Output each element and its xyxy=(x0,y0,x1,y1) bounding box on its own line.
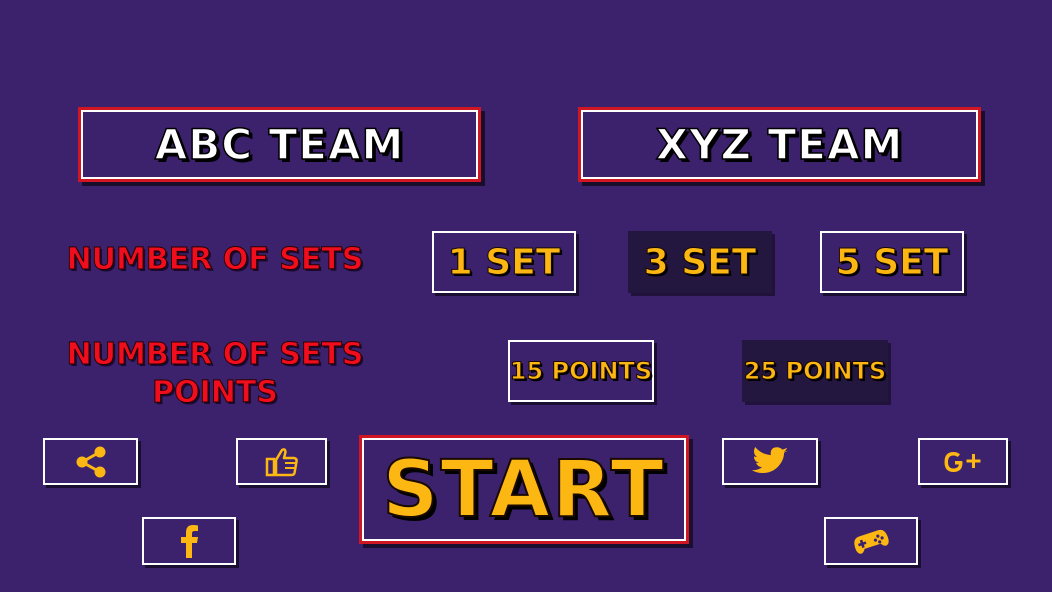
share-icon xyxy=(76,446,105,477)
twitter-icon xyxy=(751,446,788,473)
more-games-button[interactable] xyxy=(824,517,918,565)
points-15-button[interactable]: 15 POINTS xyxy=(508,340,654,402)
points-25-label: 25 POINTS xyxy=(743,357,887,386)
team-right-name: XYZ TEAM xyxy=(655,119,904,170)
set-option-5-label: 5 SET xyxy=(835,241,949,283)
google-plus-icon xyxy=(944,451,981,472)
team-right-name-box[interactable]: XYZ TEAM xyxy=(578,107,981,182)
thumbs-up-icon xyxy=(265,447,298,476)
start-label: START xyxy=(381,444,666,536)
set-option-3-label: 3 SET xyxy=(643,241,757,283)
like-button[interactable] xyxy=(236,438,327,485)
share-button[interactable] xyxy=(43,438,138,485)
gamepad-icon xyxy=(854,529,889,554)
points-section-label-line1: NUMBER OF SETS xyxy=(66,337,364,373)
set-option-5-button[interactable]: 5 SET xyxy=(820,231,964,293)
points-section-label: NUMBER OF SETS POINTS xyxy=(55,334,375,414)
points-15-label: 15 POINTS xyxy=(509,357,653,386)
facebook-button[interactable] xyxy=(142,517,236,565)
twitter-button[interactable] xyxy=(722,438,818,485)
sets-section-label: NUMBER OF SETS xyxy=(60,238,370,282)
team-left-name: ABC TEAM xyxy=(154,119,405,170)
facebook-icon xyxy=(181,525,198,558)
points-section-label-line2: POINTS xyxy=(152,375,279,411)
google-plus-button[interactable] xyxy=(918,438,1008,485)
set-option-3-button[interactable]: 3 SET xyxy=(628,231,772,293)
set-option-1-label: 1 SET xyxy=(447,241,561,283)
set-option-1-button[interactable]: 1 SET xyxy=(432,231,576,293)
team-left-name-box[interactable]: ABC TEAM xyxy=(78,107,481,182)
start-button[interactable]: START xyxy=(359,435,689,544)
points-25-button[interactable]: 25 POINTS xyxy=(742,340,888,402)
sets-section-label-text: NUMBER OF SETS xyxy=(66,242,364,278)
